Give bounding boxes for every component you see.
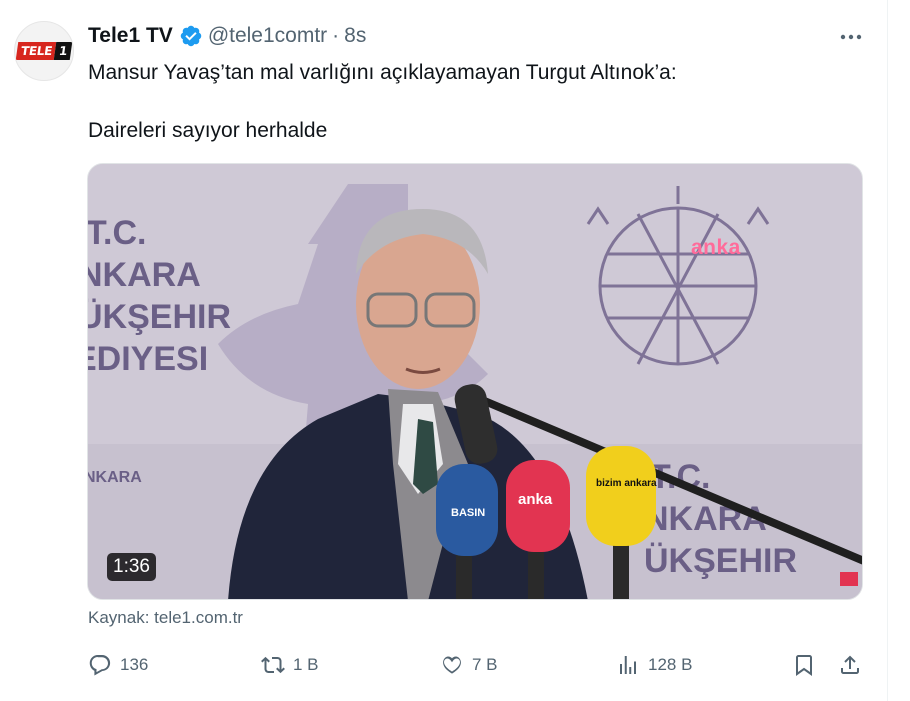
bookmark-button[interactable] <box>792 650 816 680</box>
backdrop-text-3: ÜKŞEHIR <box>88 298 231 336</box>
repost-count: 1 B <box>293 655 319 674</box>
logo-text-tele: TELE <box>15 42 57 60</box>
author-handle[interactable]: @tele1comtr <box>208 24 327 48</box>
verified-badge-icon <box>180 25 202 47</box>
video-duration: 1:36 <box>107 553 156 581</box>
more-options-button[interactable] <box>836 26 866 48</box>
share-icon <box>841 655 859 674</box>
mic-label-basin: BASIN <box>451 507 485 519</box>
like-icon <box>443 656 461 674</box>
more-options-icon <box>840 34 862 40</box>
backdrop-text-1: T.C. <box>88 214 146 252</box>
repost-button[interactable]: 1 B <box>261 650 319 680</box>
avatar[interactable]: TELE 1 <box>14 21 74 81</box>
source-link[interactable]: Kaynak: tele1.com.tr <box>88 608 243 628</box>
like-count: 7 B <box>472 655 498 674</box>
backdrop-right-text-3: ÜKŞEHIR <box>644 542 797 580</box>
views-icon <box>620 656 636 674</box>
like-button[interactable]: 7 B <box>440 650 498 680</box>
tweet-time[interactable]: 8s <box>344 24 366 48</box>
tweet-header: Tele1 TV @tele1comtr · 8s <box>88 24 366 48</box>
bizim-ankara-microphone <box>586 446 656 546</box>
backdrop-text-4: EDIYESI <box>88 340 208 378</box>
tweet-text-line-1: Mansur Yavaş’tan mal varlığını açıklayam… <box>88 61 677 84</box>
backdrop-small-text: NKARA <box>88 469 142 486</box>
reply-button[interactable]: 136 <box>88 650 148 680</box>
logo-text-number: 1 <box>53 42 73 60</box>
reply-count: 136 <box>120 655 149 674</box>
share-button[interactable] <box>838 650 862 680</box>
mic-label-bizim: bizim ankara <box>596 478 657 489</box>
repost-icon <box>261 656 285 674</box>
tele1-logo: TELE 1 <box>15 42 73 60</box>
tweet-text-line-2: Daireleri sayıyor herhalde <box>88 119 328 142</box>
reply-icon <box>89 655 111 676</box>
tweet-card[interactable]: TELE 1 Tele1 TV @tele1comtr · 8s Mansur … <box>0 0 888 701</box>
tweet-text: Mansur Yavaş’tan mal varlığını açıklayam… <box>88 60 868 144</box>
views-button[interactable]: 128 B <box>616 650 692 680</box>
author-name[interactable]: Tele1 TV <box>88 24 173 48</box>
views-count: 128 B <box>648 655 693 674</box>
video-frame: T.C. NKARA ÜKŞEHIR EDIYESI T.C. NKARA ÜK… <box>88 164 862 599</box>
mic-label-anka: anka <box>518 491 553 508</box>
video-player[interactable]: T.C. NKARA ÜKŞEHIR EDIYESI T.C. NKARA ÜK… <box>87 163 863 600</box>
bookmark-icon <box>796 655 812 676</box>
action-bar: 136 1 B 7 B 128 B <box>88 650 868 680</box>
separator-dot: · <box>332 24 340 47</box>
backdrop-text-2: NKARA <box>88 256 201 294</box>
anka-watermark: anka <box>691 236 741 259</box>
corner-logo <box>840 572 858 586</box>
backdrop-right-text-2: NKARA <box>644 500 767 538</box>
